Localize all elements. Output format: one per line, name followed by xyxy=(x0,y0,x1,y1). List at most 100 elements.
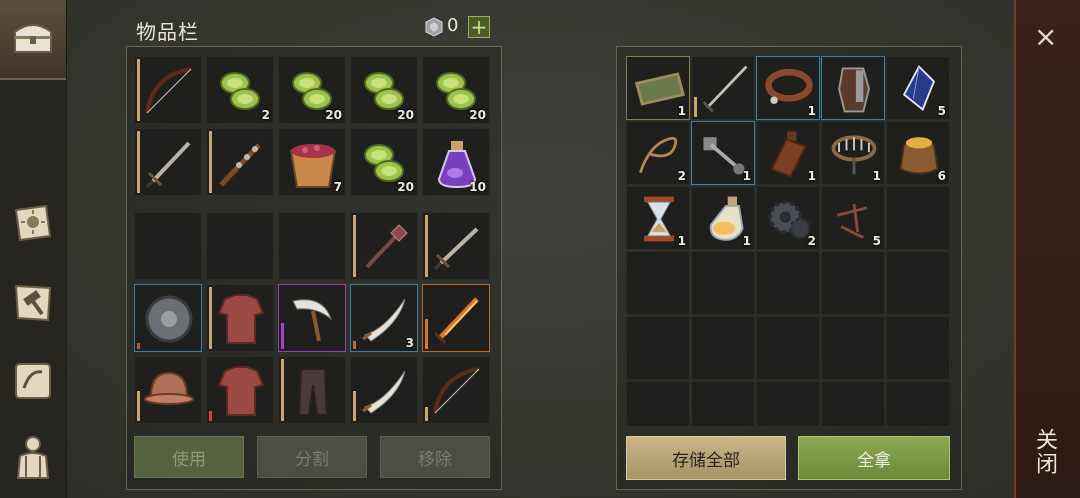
gem-icon xyxy=(425,17,443,37)
inventory-slot[interactable] xyxy=(278,284,346,352)
inventory-slot[interactable] xyxy=(206,284,274,352)
storage-slot[interactable]: 6 xyxy=(886,121,950,185)
inventory-slot[interactable] xyxy=(422,212,490,280)
inventory-slot[interactable]: 7 xyxy=(278,128,346,196)
flame-sword-icon xyxy=(433,297,479,345)
inventory-slot[interactable] xyxy=(134,284,202,352)
storage-slot[interactable] xyxy=(626,381,690,427)
storage-slot[interactable] xyxy=(886,316,950,380)
sword-icon xyxy=(433,227,479,271)
slot-quantity: 6 xyxy=(937,169,946,183)
slot-quantity: 1 xyxy=(742,234,751,248)
store-all-button[interactable]: 存储全部 xyxy=(626,436,786,480)
pants-icon xyxy=(297,368,329,416)
slot-quantity: 1 xyxy=(677,104,686,118)
slot-quantity: 1 xyxy=(807,169,816,183)
slot-quantity: 3 xyxy=(405,336,414,350)
inventory-slot[interactable] xyxy=(350,212,418,280)
helmet-icon xyxy=(144,371,194,405)
slot-quantity: 2 xyxy=(261,108,270,122)
hammer-icon[interactable] xyxy=(8,278,58,328)
inventory-slot[interactable] xyxy=(206,128,274,196)
slot-quantity: 1 xyxy=(742,169,751,183)
inventory-slot[interactable]: 20 xyxy=(350,128,418,196)
inventory-slot[interactable] xyxy=(422,284,490,352)
inventory-slot[interactable] xyxy=(206,212,274,280)
storage-slot[interactable]: 1 xyxy=(756,121,820,185)
inventory-title: 物品栏 xyxy=(136,20,199,44)
split-button[interactable]: 分割 xyxy=(257,436,367,478)
storage-slot[interactable]: 2 xyxy=(626,121,690,185)
storage-slot[interactable] xyxy=(626,251,690,315)
storage-slot[interactable] xyxy=(886,186,950,250)
storage-slot[interactable] xyxy=(756,316,820,380)
storage-slot[interactable]: 2 xyxy=(756,186,820,250)
slot-quantity: 20 xyxy=(469,108,486,122)
inventory-slot[interactable] xyxy=(134,128,202,196)
storage-slot[interactable]: 1 xyxy=(626,186,690,250)
inventory-slot[interactable] xyxy=(134,56,202,124)
slot-quantity: 5 xyxy=(937,104,946,118)
gauntlet-icon xyxy=(838,67,870,113)
inventory-slot[interactable] xyxy=(206,356,274,424)
inventory-slot[interactable] xyxy=(134,356,202,424)
use-button[interactable]: 使用 xyxy=(134,436,244,478)
inventory-slot[interactable]: 3 xyxy=(350,284,418,352)
round-shield-icon xyxy=(145,295,193,343)
storage-slot[interactable] xyxy=(756,381,820,427)
sun-book-icon[interactable] xyxy=(8,198,58,248)
slot-quantity: 1 xyxy=(677,234,686,248)
storage-slot[interactable]: 1 xyxy=(691,121,755,185)
close-panel[interactable] xyxy=(1014,0,1080,498)
scroll-icon[interactable] xyxy=(8,356,58,406)
storage-slot[interactable] xyxy=(756,251,820,315)
inventory-slot[interactable] xyxy=(278,212,346,280)
slot-quantity: 7 xyxy=(333,180,342,194)
chainmail-icon xyxy=(217,294,265,344)
slot-quantity: 20 xyxy=(325,108,342,122)
storage-slot[interactable]: 5 xyxy=(821,186,885,250)
slot-quantity: 5 xyxy=(872,234,881,248)
storage-slot[interactable]: 1 xyxy=(756,56,820,120)
storage-slot[interactable] xyxy=(821,381,885,427)
storage-slot[interactable] xyxy=(821,56,885,120)
storage-slot[interactable]: 1 xyxy=(626,56,690,120)
inventory-slot[interactable]: 10 xyxy=(422,128,490,196)
inventory-slot[interactable] xyxy=(134,212,202,280)
storage-slot[interactable] xyxy=(691,316,755,380)
inventory-slot[interactable] xyxy=(422,356,490,424)
storage-slot[interactable] xyxy=(691,381,755,427)
inventory-slot[interactable]: 20 xyxy=(350,56,418,124)
storage-slot[interactable] xyxy=(821,251,885,315)
add-currency-button[interactable]: + xyxy=(468,16,490,38)
slot-quantity: 10 xyxy=(469,180,486,194)
mace-icon xyxy=(365,224,408,269)
slot-quantity: 20 xyxy=(397,108,414,122)
inventory-slot[interactable] xyxy=(278,356,346,424)
storage-slot[interactable]: 5 xyxy=(886,56,950,120)
currency-count: 0 xyxy=(447,15,459,36)
storage-slot[interactable] xyxy=(626,316,690,380)
storage-slot[interactable] xyxy=(691,251,755,315)
slot-quantity: 2 xyxy=(807,234,816,248)
storage-slot[interactable]: 1 xyxy=(821,121,885,185)
storage-slot[interactable] xyxy=(821,316,885,380)
inventory-slot[interactable]: 20 xyxy=(422,56,490,124)
chest-icon[interactable] xyxy=(8,12,58,62)
slot-quantity: 1 xyxy=(872,169,881,183)
sword-icon xyxy=(702,65,748,113)
inventory-slot[interactable]: 2 xyxy=(206,56,274,124)
storage-slot[interactable] xyxy=(886,381,950,427)
close-icon[interactable]: × xyxy=(1034,20,1057,53)
storage-slot[interactable]: 1 xyxy=(691,186,755,250)
sword-icon xyxy=(145,141,191,189)
take-all-button[interactable]: 全拿 xyxy=(798,436,950,480)
remove-button[interactable]: 移除 xyxy=(380,436,490,478)
character-icon[interactable] xyxy=(8,432,58,482)
sidebar xyxy=(0,0,67,498)
inventory-slot[interactable] xyxy=(350,356,418,424)
close-label[interactable]: 关闭 xyxy=(1032,428,1060,476)
inventory-slot[interactable]: 20 xyxy=(278,56,346,124)
storage-slot[interactable] xyxy=(691,56,755,120)
storage-slot[interactable] xyxy=(886,251,950,315)
